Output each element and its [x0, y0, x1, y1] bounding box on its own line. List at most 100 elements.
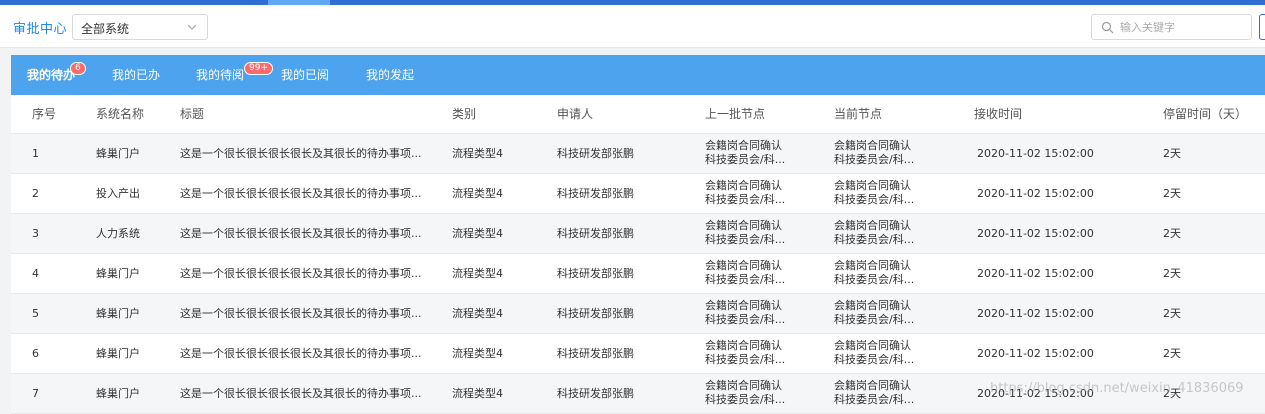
current-node-line-2: 科技委员会/科...: [834, 193, 915, 206]
tab-label: 我的已办: [112, 68, 161, 82]
cell-title[interactable]: 这是一个很长很长很长很长及其很长的待办事项...: [180, 293, 452, 334]
cell-current-node: 会籍岗合同确认 科技委员会/科...: [834, 173, 974, 214]
to-read-count-badge: 99+: [244, 62, 273, 75]
tab-label: 我的待阅: [196, 68, 245, 82]
current-node-line-1: 会籍岗合同确认: [834, 379, 911, 392]
cell-system: 蜂巢门户: [96, 373, 180, 414]
cell-index: 5: [11, 293, 96, 334]
cell-current-node: 会籍岗合同确认 科技委员会/科...: [834, 333, 974, 374]
edge-button[interactable]: [1259, 14, 1265, 40]
cell-stay-days: 2天: [1163, 293, 1265, 334]
cell-title[interactable]: 这是一个很长很长很长很长及其很长的待办事项...: [180, 133, 452, 174]
tab-my-to-read[interactable]: 我的待阅: [196, 66, 244, 83]
cell-prev-node: 会籍岗合同确认 科技委员会/科...: [705, 253, 834, 294]
cell-current-node: 会籍岗合同确认 科技委员会/科...: [834, 253, 974, 294]
current-node-line-2: 科技委员会/科...: [834, 233, 915, 246]
tab-my-todo[interactable]: 我的待办: [27, 66, 75, 83]
todo-count-badge: 6: [70, 62, 86, 75]
cell-category: 流程类型4: [452, 253, 557, 294]
col-header-index: 序号: [11, 95, 96, 134]
cell-stay-days: 2天: [1163, 213, 1265, 254]
cell-title[interactable]: 这是一个很长很长很长很长及其很长的待办事项...: [180, 213, 452, 254]
current-node-line-2: 科技委员会/科...: [834, 273, 915, 286]
prev-node-line-1: 会籍岗合同确认: [705, 179, 782, 192]
prev-node-line-1: 会籍岗合同确认: [705, 339, 782, 352]
table-row[interactable]: 2 投入产出 这是一个很长很长很长很长及其很长的待办事项... 流程类型4 科技研发部张…: [11, 173, 1265, 214]
table-row[interactable]: 5 蜂巢门户 这是一个很长很长很长很长及其很长的待办事项... 流程类型4 科技研发部张…: [11, 293, 1265, 334]
search-box[interactable]: [1091, 14, 1252, 40]
current-node-line-2: 科技委员会/科...: [834, 393, 915, 406]
prev-node-line-1: 会籍岗合同确认: [705, 259, 782, 272]
cell-current-node: 会籍岗合同确认 科技委员会/科...: [834, 133, 974, 174]
cell-category: 流程类型4: [452, 133, 557, 174]
col-header-applicant: 申请人: [557, 95, 705, 134]
cell-index: 4: [11, 253, 96, 294]
cell-stay-days: 2天: [1163, 173, 1265, 214]
tab-my-initiated[interactable]: 我的发起: [366, 66, 414, 83]
cell-title[interactable]: 这是一个很长很长很长很长及其很长的待办事项...: [180, 253, 452, 294]
prev-node-line-2: 科技委员会/科...: [705, 153, 786, 166]
cell-category: 流程类型4: [452, 333, 557, 374]
prev-node-line-2: 科技委员会/科...: [705, 353, 786, 366]
cell-stay-days: 2天: [1163, 253, 1265, 294]
app-title: 审批中心: [13, 22, 68, 37]
search-input[interactable]: [1120, 18, 1245, 36]
cell-system: 蜂巢门户: [96, 253, 180, 294]
cell-system: 投入产出: [96, 173, 180, 214]
table-row[interactable]: 6 蜂巢门户 这是一个很长很长很长很长及其很长的待办事项... 流程类型4 科技研发部张…: [11, 333, 1265, 374]
cell-index: 7: [11, 373, 96, 414]
current-node-line-1: 会籍岗合同确认: [834, 259, 911, 272]
system-select[interactable]: 全部系统: [72, 14, 208, 40]
table-row[interactable]: 3 人力系统 这是一个很长很长很长很长及其很长的待办事项... 流程类型4 科技研发部张…: [11, 213, 1265, 254]
prev-node-line-2: 科技委员会/科...: [705, 393, 786, 406]
cell-prev-node: 会籍岗合同确认 科技委员会/科...: [705, 293, 834, 334]
cell-received-time: 2020-11-02 15:02:00: [974, 333, 1163, 374]
cell-category: 流程类型4: [452, 373, 557, 414]
cell-category: 流程类型4: [452, 293, 557, 334]
cell-category: 流程类型4: [452, 173, 557, 214]
watermark: https://blog.csdn.net/weixin_41836069: [990, 381, 1244, 396]
table-body: 1 蜂巢门户 这是一个很长很长很长很长及其很长的待办事项... 流程类型4 科技研发部张…: [11, 133, 1265, 414]
tab-label: 我的已阅: [281, 68, 330, 82]
cell-category: 流程类型4: [452, 213, 557, 254]
cell-system: 蜂巢门户: [96, 333, 180, 374]
system-select-value: 全部系统: [81, 22, 130, 36]
table-row[interactable]: 4 蜂巢门户 这是一个很长很长很长很长及其很长的待办事项... 流程类型4 科技研发部张…: [11, 253, 1265, 294]
current-node-line-1: 会籍岗合同确认: [834, 219, 911, 232]
cell-prev-node: 会籍岗合同确认 科技委员会/科...: [705, 213, 834, 254]
cell-received-time: 2020-11-02 15:02:00: [974, 293, 1163, 334]
cell-received-time: 2020-11-02 15:02:00: [974, 173, 1163, 214]
tab-label: 我的待办: [27, 68, 76, 82]
current-node-line-2: 科技委员会/科...: [834, 353, 915, 366]
prev-node-line-1: 会籍岗合同确认: [705, 299, 782, 312]
tab-my-done[interactable]: 我的已办: [112, 66, 160, 83]
cell-title[interactable]: 这是一个很长很长很长很长及其很长的待办事项...: [180, 333, 452, 374]
cell-index: 1: [11, 133, 96, 174]
approval-panel: 我的待办 6 我的已办 我的待阅 99+ 我的已阅 我的发起 序号 系统名称 标…: [11, 55, 1265, 414]
cell-prev-node: 会籍岗合同确认 科技委员会/科...: [705, 373, 834, 414]
current-node-line-2: 科技委员会/科...: [834, 153, 915, 166]
cell-received-time: 2020-11-02 15:02:00: [974, 213, 1163, 254]
cell-current-node: 会籍岗合同确认 科技委员会/科...: [834, 373, 974, 414]
prev-node-line-2: 科技委员会/科...: [705, 273, 786, 286]
cell-index: 3: [11, 213, 96, 254]
cell-prev-node: 会籍岗合同确认 科技委员会/科...: [705, 333, 834, 374]
cell-system: 蜂巢门户: [96, 293, 180, 334]
chevron-down-icon: [187, 24, 197, 30]
cell-current-node: 会籍岗合同确认 科技委员会/科...: [834, 293, 974, 334]
cell-title[interactable]: 这是一个很长很长很长很长及其很长的待办事项...: [180, 373, 452, 414]
cell-title[interactable]: 这是一个很长很长很长很长及其很长的待办事项...: [180, 173, 452, 214]
header-bar: 审批中心 全部系统: [0, 5, 1265, 48]
current-node-line-1: 会籍岗合同确认: [834, 339, 911, 352]
tab-my-read[interactable]: 我的已阅: [281, 66, 329, 83]
cell-current-node: 会籍岗合同确认 科技委员会/科...: [834, 213, 974, 254]
prev-node-line-1: 会籍岗合同确认: [705, 379, 782, 392]
current-node-line-1: 会籍岗合同确认: [834, 139, 911, 152]
tab-bar: 我的待办 6 我的已办 我的待阅 99+ 我的已阅 我的发起: [11, 55, 1265, 95]
current-node-line-1: 会籍岗合同确认: [834, 179, 911, 192]
cell-prev-node: 会籍岗合同确认 科技委员会/科...: [705, 133, 834, 174]
table-row[interactable]: 1 蜂巢门户 这是一个很长很长很长很长及其很长的待办事项... 流程类型4 科技研发部张…: [11, 133, 1265, 174]
prev-node-line-2: 科技委员会/科...: [705, 313, 786, 326]
cell-applicant: 科技研发部张鹏: [557, 133, 705, 174]
search-icon: [1101, 21, 1114, 34]
